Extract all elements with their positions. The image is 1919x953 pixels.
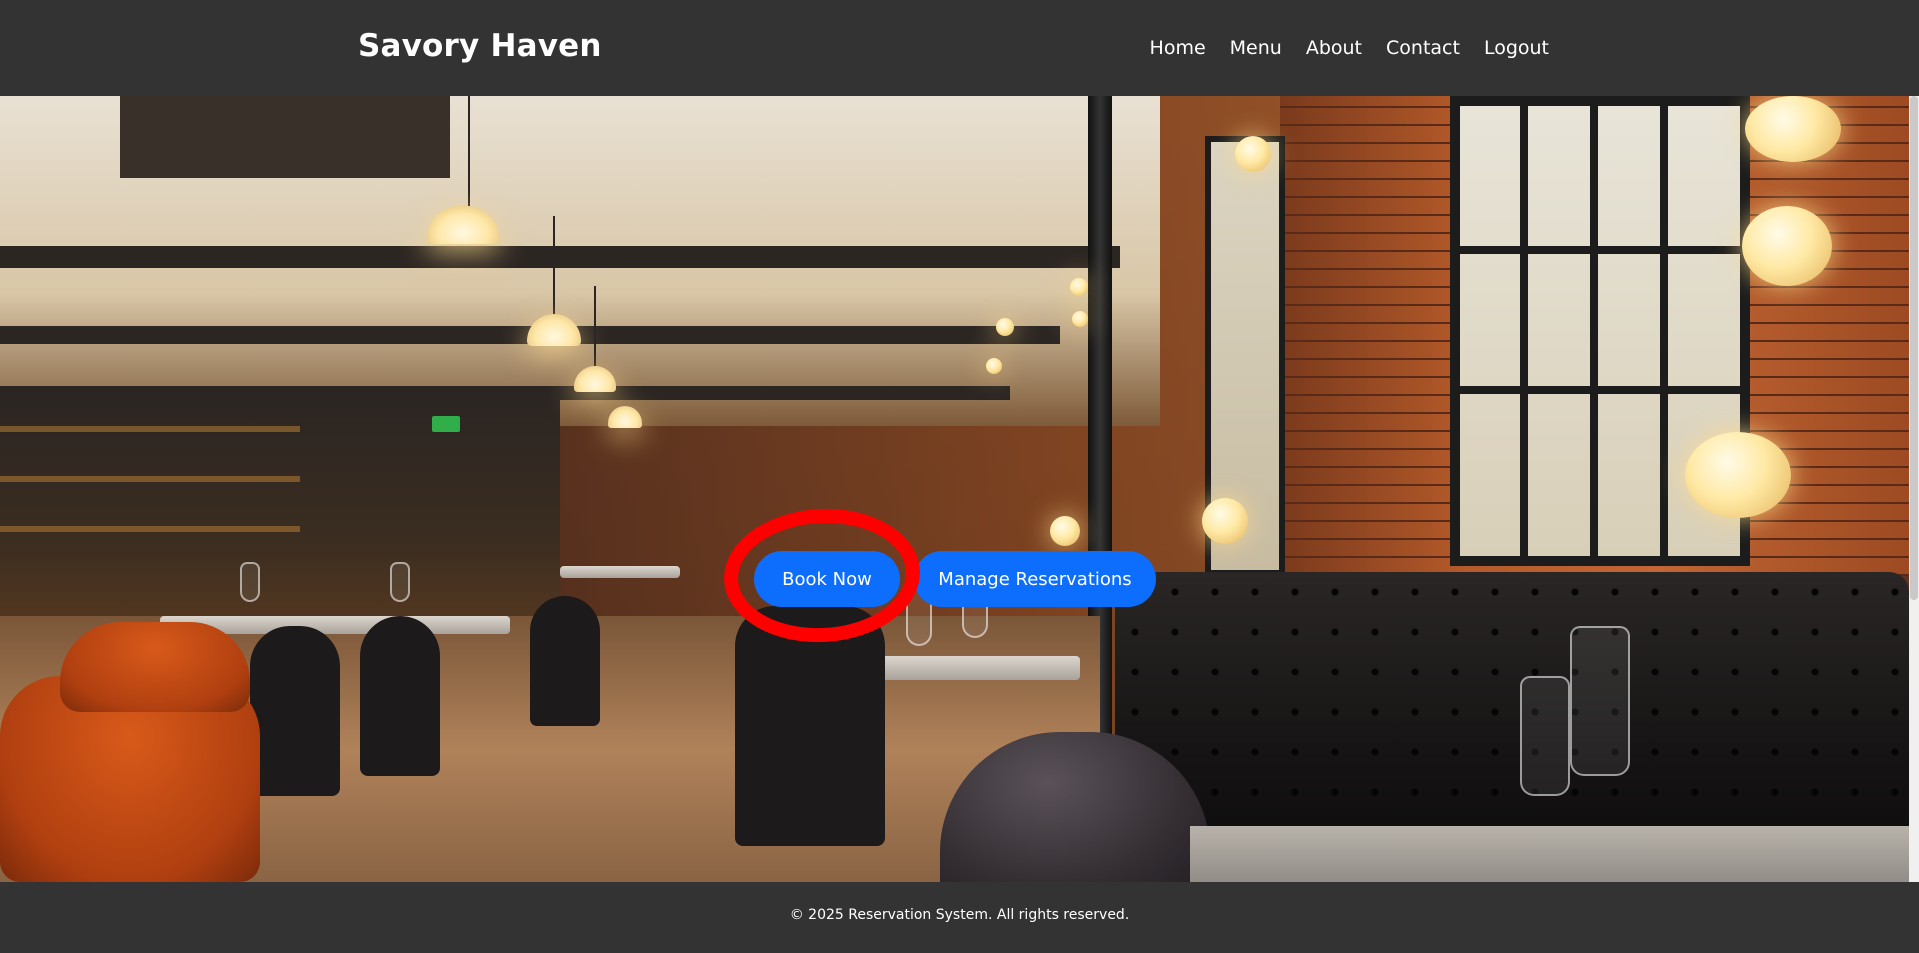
main-nav: Home Menu About Contact Logout [1150,37,1549,59]
globe-lamp [1072,311,1088,327]
nav-logout-link[interactable]: Logout [1484,37,1549,59]
site-footer: © 2025 Reservation System. All rights re… [0,882,1919,953]
dining-chair [360,616,440,776]
window-mullion [1450,386,1750,394]
window-mullion [1450,246,1750,254]
ceiling-beam [0,246,1120,268]
orange-lounge-chair [60,622,250,712]
lamp-cord [468,96,470,206]
lamp-cord [553,216,555,316]
globe-lamp [1050,516,1080,546]
copyright-text: © 2025 Reservation System. All rights re… [789,907,1130,923]
window-mullion [1590,96,1598,566]
brand-logo-text[interactable]: Savory Haven [358,28,602,64]
nav-about-link[interactable]: About [1306,37,1362,59]
globe-lamp [1235,136,1271,172]
wine-glass [1570,626,1630,776]
globe-lamp [1742,206,1832,286]
nav-home-link[interactable]: Home [1150,37,1206,59]
dining-table [560,566,680,578]
wine-glass [240,562,260,602]
globe-lamp [1685,432,1791,518]
globe-lamp [986,358,1002,374]
foreground-table [1190,826,1909,882]
dining-chair [530,596,600,726]
globe-lamp [1745,96,1841,162]
wine-glass [1520,676,1570,796]
globe-lamp [1070,278,1088,296]
hero-section: Book Now Manage Reservations [0,96,1909,882]
site-header: Savory Haven Home Menu About Contact Log… [0,0,1919,96]
book-now-button[interactable]: Book Now [754,551,900,607]
bar-shelf [0,476,300,482]
globe-lamp [1202,498,1248,544]
manage-reservations-button[interactable]: Manage Reservations [914,551,1156,607]
back-bar [0,386,560,646]
bar-shelf [0,426,300,432]
globe-lamp [996,318,1014,336]
window-mullion [1660,96,1668,566]
dining-chair [735,606,885,846]
wine-glass [390,562,410,602]
nav-menu-link[interactable]: Menu [1230,37,1282,59]
ceiling-vent [120,96,450,178]
nav-contact-link[interactable]: Contact [1386,37,1460,59]
exit-sign [432,416,460,432]
dining-chair [250,626,340,796]
lamp-cord [594,286,596,366]
window-mullion [1520,96,1528,566]
scrollbar-thumb[interactable] [1910,96,1918,600]
bar-shelf [0,526,300,532]
